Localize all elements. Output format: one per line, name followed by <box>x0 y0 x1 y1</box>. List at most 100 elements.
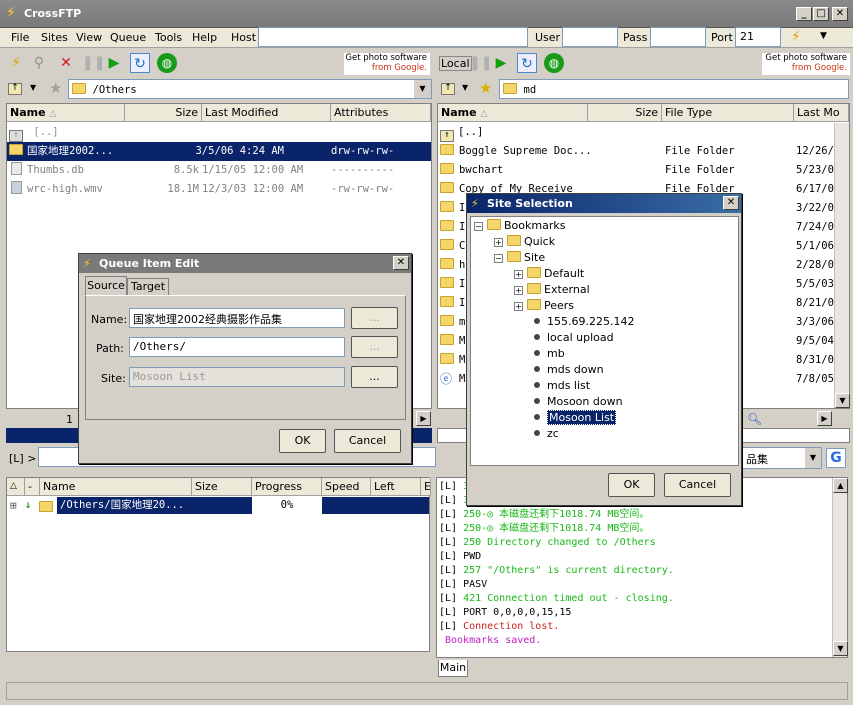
google-search-icon[interactable]: G <box>826 448 846 468</box>
column-name[interactable]: Name △ <box>7 104 125 122</box>
abort-icon[interactable]: ✕ <box>56 53 76 73</box>
file-row[interactable]: wrc-high.wmv 18.1M 12/3/03 12:00 AM -rw-… <box>7 180 431 199</box>
log-vertical-scrollbar[interactable]: ▲ ▼ <box>832 478 848 657</box>
column-sort[interactable]: △ <box>7 478 25 496</box>
column-size[interactable]: Size <box>192 478 252 496</box>
local-vertical-scrollbar[interactable]: ▼ <box>834 123 850 408</box>
refresh-icon[interactable]: ↻ <box>517 53 537 73</box>
menu-help[interactable]: Help <box>192 31 217 44</box>
disconnect-icon[interactable]: ⚲ <box>29 53 49 73</box>
globe-icon[interactable]: ◍ <box>544 53 564 73</box>
tree-node-site[interactable]: − Site <box>494 250 545 266</box>
menu-file[interactable]: File <box>11 31 29 44</box>
pause-icon[interactable]: ❚❚ <box>82 53 105 73</box>
play-icon[interactable]: ▶ <box>104 53 124 73</box>
close-button[interactable]: ✕ <box>723 196 739 210</box>
column-last-modified[interactable]: Last Mo <box>794 104 849 122</box>
ok-button[interactable]: OK <box>279 429 326 453</box>
column-e[interactable]: E <box>421 478 431 496</box>
column-name[interactable]: Name <box>40 478 192 496</box>
tree-node-site-item-selected[interactable]: Mosoon List <box>534 410 617 426</box>
column-last-modified[interactable]: Last Modified <box>202 104 331 122</box>
name-input[interactable]: 国家地理2002经典摄影作品集 <box>129 308 345 328</box>
collapse-icon[interactable]: − <box>474 222 483 231</box>
pass-input[interactable] <box>650 27 706 47</box>
file-row[interactable]: 国家地理2002... 3/5/06 4:24 AM drw-rw-rw- <box>7 142 431 161</box>
scroll-up-button[interactable]: ▲ <box>833 478 848 493</box>
column-size[interactable]: Size <box>125 104 202 122</box>
tree-node-site-item[interactable]: mds down <box>534 362 604 378</box>
chevron-down-icon[interactable]: ▼ <box>462 83 468 92</box>
menu-sites[interactable]: Sites <box>41 31 68 44</box>
expand-icon[interactable]: + <box>514 270 523 279</box>
maximize-button[interactable]: □ <box>813 7 829 21</box>
star-icon[interactable]: ★ <box>479 79 492 97</box>
user-input[interactable] <box>562 27 618 47</box>
name-browse-button[interactable]: ... <box>351 307 398 329</box>
remote-path-input[interactable]: /Others ▼ <box>68 79 432 99</box>
close-button[interactable]: ✕ <box>832 7 848 21</box>
search-icon[interactable]: 🔍︎ <box>747 412 762 426</box>
tab-main[interactable]: Main <box>438 660 468 677</box>
column-speed[interactable]: Speed <box>322 478 371 496</box>
up-directory-icon[interactable]: ↑ <box>8 83 22 95</box>
tree-node-site-item[interactable]: 155.69.225.142 <box>534 314 634 330</box>
path-input[interactable]: /Others/ <box>129 337 345 357</box>
chevron-down-icon[interactable]: ▼ <box>30 83 36 92</box>
queue-row[interactable]: ⊞ ↓ /Others/国家地理20... 0% <box>7 497 429 514</box>
file-row[interactable]: Boggle Supreme Doc... File Folder 12/26/ <box>438 142 834 161</box>
menu-tools[interactable]: Tools <box>155 31 182 44</box>
expand-icon[interactable]: + <box>494 238 503 247</box>
scroll-right-button[interactable]: ▶ <box>817 411 832 426</box>
play-icon[interactable]: ▶ <box>491 53 511 73</box>
column-dash[interactable]: - <box>25 478 40 496</box>
google-ad[interactable]: Get photo software from Google. <box>344 53 430 75</box>
column-size[interactable]: Size <box>588 104 662 122</box>
column-progress[interactable]: Progress <box>252 478 322 496</box>
tree-node-site-item[interactable]: mds list <box>534 378 590 394</box>
google-ad[interactable]: Get photo software from Google. <box>762 53 850 75</box>
port-input[interactable]: 21 <box>735 27 781 47</box>
path-browse-button[interactable]: ... <box>351 336 398 358</box>
chevron-down-icon[interactable]: ▼ <box>805 448 821 468</box>
tree-node-quick[interactable]: + Quick <box>494 234 555 250</box>
expand-icon[interactable]: + <box>514 302 523 311</box>
close-button[interactable]: ✕ <box>393 256 409 270</box>
local-path-input[interactable]: md <box>499 79 849 99</box>
tree-node-site-item[interactable]: local upload <box>534 330 614 346</box>
column-name[interactable]: Name △ <box>438 104 588 122</box>
file-row[interactable]: Thumbs.db 8.5k 1/15/05 12:00 AM --------… <box>7 161 431 180</box>
tree-node-bookmarks[interactable]: − Bookmarks <box>474 218 565 234</box>
menu-queue[interactable]: Queue <box>110 31 146 44</box>
ok-button[interactable]: OK <box>608 473 655 497</box>
scroll-right-button[interactable]: ▶ <box>416 411 431 426</box>
file-row[interactable]: ↑ [..] <box>438 123 834 142</box>
chevron-down-icon[interactable]: ▼ <box>414 80 431 98</box>
globe-icon[interactable]: ◍ <box>157 53 177 73</box>
column-file-type[interactable]: File Type <box>662 104 794 122</box>
tree-node-peers[interactable]: + Peers <box>514 298 574 314</box>
file-row[interactable]: ↑ [..] <box>7 123 431 142</box>
tab-target[interactable]: Target <box>127 278 169 295</box>
star-icon[interactable]: ★ <box>49 79 62 97</box>
tab-source[interactable]: Source <box>85 276 127 295</box>
host-input[interactable] <box>258 27 528 47</box>
search-combo[interactable]: 品集 ▼ <box>742 447 822 469</box>
column-left[interactable]: Left <box>371 478 421 496</box>
cancel-button[interactable]: Cancel <box>334 429 401 453</box>
collapse-icon[interactable]: − <box>494 254 503 263</box>
refresh-icon[interactable]: ↻ <box>130 53 150 73</box>
site-input[interactable]: Mosoon List <box>129 367 345 387</box>
file-row[interactable]: bwchart File Folder 5/23/0 <box>438 161 834 180</box>
expand-icon[interactable]: + <box>514 286 523 295</box>
minimize-button[interactable]: _ <box>796 7 812 21</box>
connect-icon[interactable]: ⚡ <box>791 29 801 45</box>
column-attributes[interactable]: Attributes <box>331 104 431 122</box>
tree-node-site-item[interactable]: zc <box>534 426 559 442</box>
site-browse-button[interactable]: ... <box>351 366 398 388</box>
connect-icon[interactable]: ⚡ <box>6 53 26 73</box>
tree-node-external[interactable]: + External <box>514 282 590 298</box>
pause-icon[interactable]: ❚❚ <box>469 53 492 73</box>
tree-node-default[interactable]: + Default <box>514 266 584 282</box>
chevron-down-icon[interactable]: ▼ <box>820 31 827 41</box>
